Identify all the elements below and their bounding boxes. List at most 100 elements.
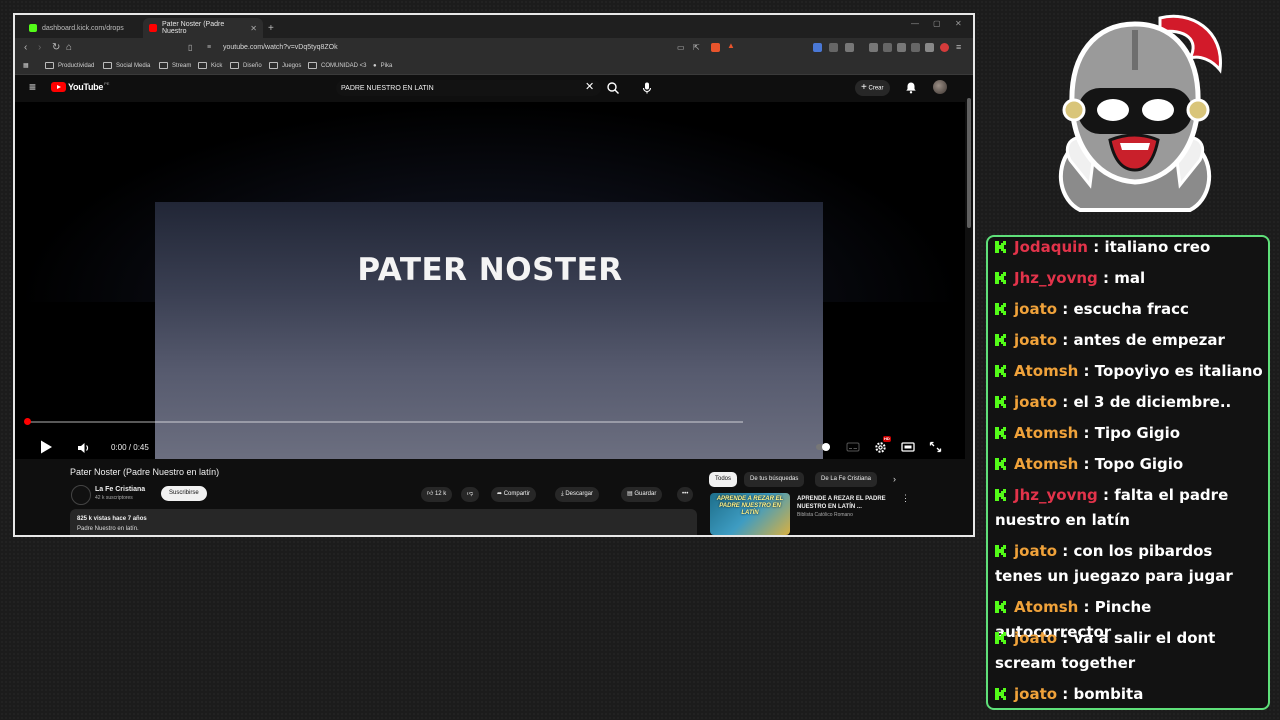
download-button[interactable]: ⤓ Descargar <box>555 487 600 502</box>
chat-message: Atomsh : Topo Gigio <box>995 452 1263 477</box>
chat-username[interactable]: Jodaquin <box>1014 238 1088 256</box>
bookmark-folder[interactable]: Kick <box>198 60 222 72</box>
more-vertical-icon[interactable]: ⋮ <box>901 493 910 504</box>
back-icon[interactable]: ‹ <box>24 42 27 53</box>
share-icon[interactable]: ⇱ <box>693 42 700 53</box>
create-button[interactable]: + Crear <box>855 80 890 96</box>
maximize-icon[interactable]: ▢ <box>933 19 941 28</box>
save-button[interactable]: ▤ Guardar <box>621 487 663 502</box>
settings-gear-icon[interactable] <box>874 441 887 454</box>
description-box[interactable] <box>70 509 697 535</box>
play-icon[interactable] <box>39 439 53 455</box>
bookmark-folder[interactable]: Juegos <box>269 60 301 72</box>
chat-text: antes de empezar <box>1073 331 1225 349</box>
tab-label: Pater Noster (Padre Nuestro <box>161 21 225 35</box>
clear-search-icon[interactable]: ✕ <box>585 82 594 93</box>
recommended-channel[interactable]: Biblista Católico Romano <box>797 512 853 519</box>
like-button[interactable]: 👍︎ 12 k <box>421 487 453 502</box>
folder-icon <box>198 61 207 69</box>
plus-icon: + <box>861 82 867 93</box>
channel-avatar[interactable] <box>71 485 91 505</box>
extension-icon[interactable] <box>911 43 920 52</box>
bookmark-folder[interactable]: Productividad <box>45 60 94 72</box>
bookmark-folder[interactable]: Diseño <box>230 60 262 72</box>
chat-username[interactable]: Jhz_yovng <box>1014 486 1098 504</box>
recommended-title[interactable]: APRENDE A REZAR EL PADRE NUESTRO EN LATÍ… <box>797 495 897 511</box>
profile-icon[interactable] <box>940 43 949 52</box>
account-avatar[interactable] <box>933 80 947 94</box>
chat-username[interactable]: joato <box>1014 542 1057 560</box>
home-icon[interactable]: ⌂ <box>66 42 72 53</box>
chip-de-la-fe-cristiana[interactable]: De La Fe Cristiana <box>815 472 878 487</box>
apps-icon[interactable]: ▦ <box>23 60 29 72</box>
vpn-icon[interactable] <box>925 43 934 52</box>
extension-icon[interactable] <box>883 43 892 52</box>
dislike-button[interactable]: 👎︎ <box>461 487 480 502</box>
site-info-icon[interactable]: ≡ <box>207 42 211 53</box>
subscribe-button[interactable]: Suscribirse <box>161 486 207 501</box>
chat-username[interactable]: joato <box>1014 300 1057 318</box>
bookmark-folder[interactable]: COMUNIDAD <3 <box>308 60 367 72</box>
theater-mode-icon[interactable] <box>901 441 915 453</box>
chat-username[interactable]: joato <box>1014 629 1057 647</box>
video-player[interactable]: PATER NOSTER 0:00 / 0:45 HD <box>15 102 965 459</box>
extension-icon[interactable] <box>897 43 906 52</box>
microphone-icon[interactable] <box>639 80 655 96</box>
chevron-right-icon[interactable]: › <box>893 475 896 484</box>
chat-username[interactable]: Atomsh <box>1014 424 1078 442</box>
close-window-icon[interactable]: ✕ <box>955 19 962 28</box>
youtube-logo[interactable]: YouTube PE <box>51 81 109 92</box>
close-tab-icon[interactable]: ✕ <box>250 24 257 33</box>
fullscreen-icon[interactable] <box>929 441 942 453</box>
progress-bar[interactable] <box>27 421 743 423</box>
subtitles-icon[interactable] <box>846 441 860 453</box>
volume-icon[interactable] <box>77 442 91 454</box>
search-icon[interactable] <box>605 80 621 96</box>
chat-username[interactable]: Atomsh <box>1014 455 1078 473</box>
chip-de-tus-busquedas[interactable]: De tus búsquedas <box>744 472 805 487</box>
more-actions-button[interactable]: ••• <box>677 487 694 502</box>
minimize-icon[interactable]: — <box>911 19 919 28</box>
hamburger-menu-icon[interactable]: ≡ <box>29 81 36 93</box>
music-icon[interactable] <box>869 43 878 52</box>
reload-icon[interactable]: ↻ <box>52 42 60 53</box>
autoplay-toggle-icon[interactable] <box>815 441 833 453</box>
scrollbar-thumb[interactable] <box>967 98 971 228</box>
chat-username[interactable]: Atomsh <box>1014 598 1078 616</box>
extension-icon[interactable] <box>829 43 838 52</box>
brave-rewards-icon[interactable]: ▲ <box>727 41 736 50</box>
bookmark-folder[interactable]: Stream <box>159 60 191 72</box>
folder-icon <box>159 61 168 69</box>
chat-username[interactable]: joato <box>1014 393 1057 411</box>
chat-text: escucha fracc <box>1073 300 1189 318</box>
chip-todos[interactable]: Todos <box>709 472 738 487</box>
tab-kick-dashboard[interactable]: dashboard.kick.com/drops <box>23 18 143 38</box>
notifications-bell-icon[interactable] <box>905 81 917 94</box>
bookmark-link[interactable]: ● Pika <box>373 60 392 72</box>
chat-username[interactable]: joato <box>1014 685 1057 703</box>
youtube-favicon <box>149 24 157 32</box>
bookmark-folder[interactable]: Social Media <box>103 60 150 72</box>
chat-text: Topoyiyo es italiano <box>1094 362 1263 380</box>
chat-username[interactable]: Atomsh <box>1014 362 1078 380</box>
url-field[interactable]: youtube.com/watch?v=vDq5tyq8ZOk <box>223 41 338 55</box>
recommended-thumbnail[interactable]: APRENDE A REZAR EL PADRE NUESTRO EN LATÍ… <box>710 493 790 535</box>
forward-icon[interactable]: › <box>38 42 41 53</box>
chat-message: joato : escucha fracc <box>995 297 1263 322</box>
scrollbar[interactable] <box>965 88 973 535</box>
brave-shield-icon[interactable] <box>711 43 720 52</box>
bookmark-icon[interactable]: ▯ <box>188 42 192 53</box>
tab-youtube[interactable]: Pater Noster (Padre Nuestro ✕ <box>143 18 263 38</box>
new-tab-button[interactable]: + <box>265 18 279 38</box>
chat-username[interactable]: joato <box>1014 331 1057 349</box>
search-input[interactable]: PADRE NUESTRO EN LATIN <box>341 84 434 93</box>
extension-icon[interactable] <box>845 43 854 52</box>
browser-menu-icon[interactable]: ≡ <box>956 42 961 53</box>
folder-icon <box>45 61 54 69</box>
channel-name[interactable]: La Fe Cristiana <box>95 485 145 494</box>
chat-username[interactable]: Jhz_yovng <box>1014 269 1098 287</box>
share-button[interactable]: ➦ Compartir <box>491 487 537 502</box>
cast-icon[interactable]: ▭ <box>677 42 685 53</box>
extension-icon[interactable] <box>813 43 822 52</box>
progress-scrubber[interactable] <box>24 418 31 425</box>
